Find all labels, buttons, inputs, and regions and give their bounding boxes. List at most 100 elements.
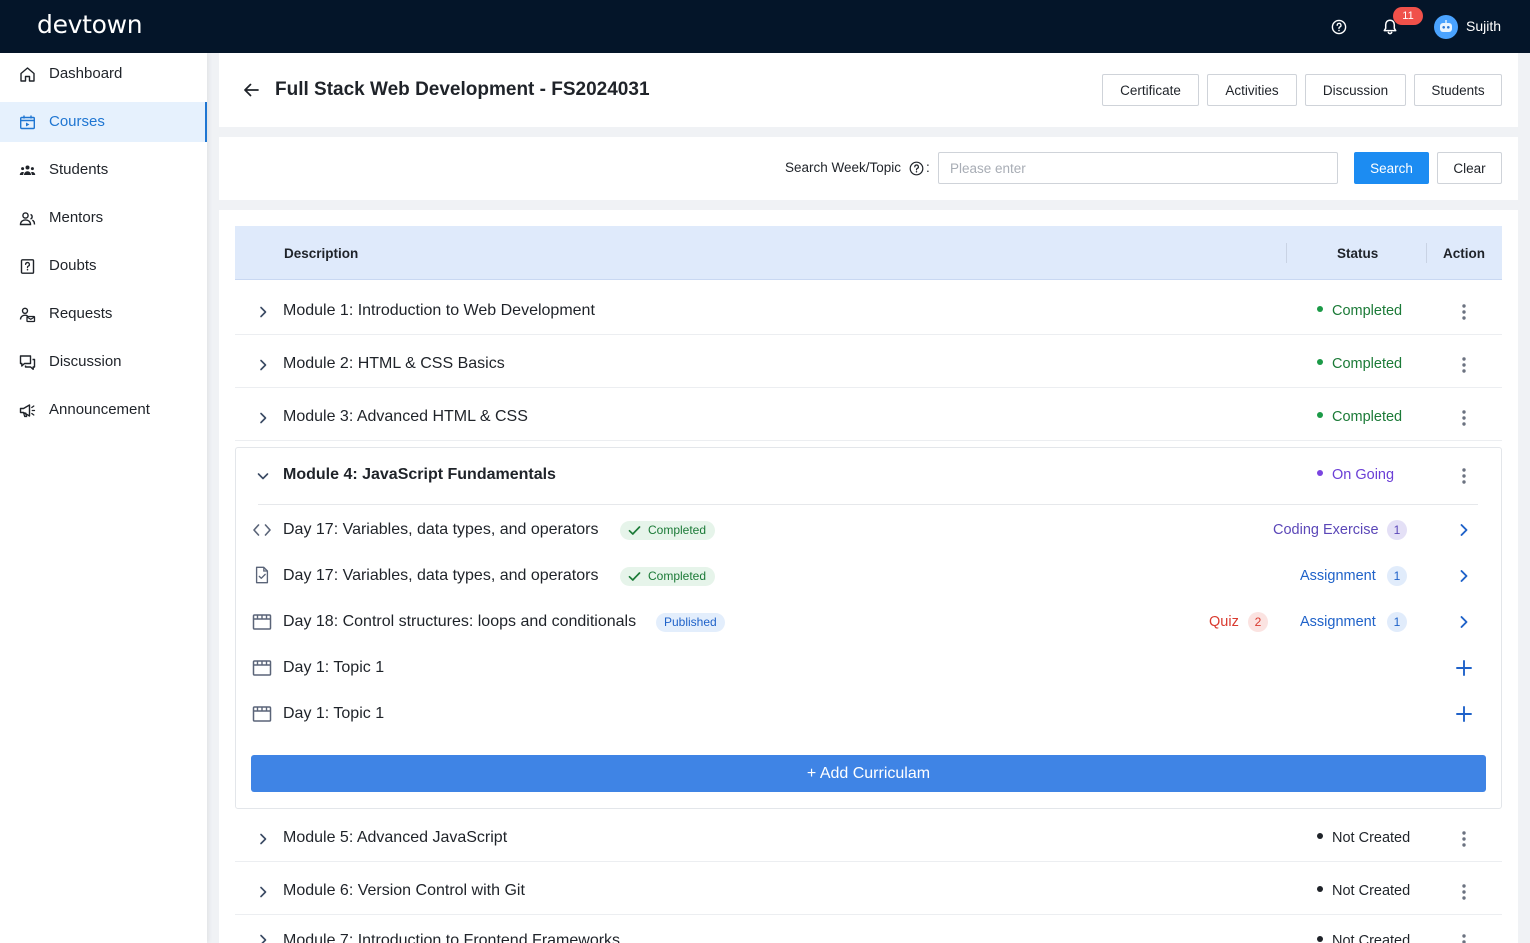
status-text: Not Created [1332, 830, 1411, 846]
activities-button[interactable]: Activities [1207, 74, 1297, 106]
module-title: Module 7: Introduction to Frontend Frame… [283, 932, 621, 943]
sidebar-item-label: Dashboard [49, 65, 123, 82]
chevron-right-icon[interactable] [256, 411, 270, 425]
avatar[interactable] [1434, 15, 1458, 39]
status-text: Not Created [1332, 883, 1411, 899]
more-vertical-icon[interactable] [1462, 357, 1466, 373]
top-bar: devtown 11 Sujith [0, 0, 1530, 53]
count-badge: 2 [1248, 612, 1268, 632]
chevron-right-icon[interactable] [256, 832, 270, 846]
more-vertical-icon[interactable] [1462, 934, 1466, 943]
user-name[interactable]: Sujith [1466, 18, 1501, 34]
more-vertical-icon[interactable] [1462, 304, 1466, 320]
chevron-right-icon[interactable] [1458, 569, 1470, 583]
module-title: Module 1: Introduction to Web Developmen… [283, 302, 595, 319]
module-title: Module 3: Advanced HTML & CSS [283, 408, 528, 425]
status-text: Not Created [1332, 933, 1411, 943]
more-vertical-icon[interactable] [1462, 410, 1466, 426]
status-text: On Going [1332, 467, 1395, 483]
page-title: Full Stack Web Development - FS2024031 [275, 79, 650, 100]
sidebar-item-requests[interactable]: Requests [0, 294, 207, 334]
status-text: Completed [1332, 356, 1403, 372]
topic-title[interactable]: Day 17: Variables, data types, and opera… [283, 521, 598, 539]
sidebar-item-label: Discussion [49, 353, 122, 370]
clapperboard-icon [252, 660, 272, 676]
status-badge: Completed [1317, 356, 1402, 372]
chevron-right-icon[interactable] [1458, 615, 1470, 629]
sidebar-item-announcement[interactable]: Announcement [0, 390, 207, 430]
chevron-right-icon[interactable] [256, 358, 270, 372]
mentors-icon [19, 212, 36, 226]
notification-count-badge: 11 [1393, 7, 1423, 25]
home-icon [20, 67, 35, 82]
chevron-right-icon[interactable] [256, 885, 270, 899]
discussion-icon [19, 355, 36, 370]
assignment-link[interactable]: Assignment [1300, 614, 1376, 630]
module-title: Module 6: Version Control with Git [283, 882, 525, 899]
students-button[interactable]: Students [1414, 74, 1502, 106]
status-badge: Not Created [1317, 883, 1410, 899]
completed-badge: Completed [620, 567, 716, 586]
search-label-colon: : [926, 160, 930, 175]
module-title: Module 5: Advanced JavaScript [283, 829, 508, 846]
robot-avatar-icon [1440, 20, 1452, 32]
assignment-doc-icon [255, 566, 269, 584]
devtown-logo[interactable]: devtown [37, 10, 143, 39]
sidebar-item-label: Announcement [49, 401, 150, 418]
more-vertical-icon[interactable] [1462, 884, 1466, 900]
topic-title[interactable]: Day 18: Control structures: loops and co… [283, 613, 636, 631]
assignment-link[interactable]: Assignment [1300, 568, 1376, 584]
sidebar-item-courses[interactable]: Courses [0, 102, 207, 142]
chevron-right-icon[interactable] [1458, 523, 1470, 537]
back-arrow-icon[interactable] [242, 81, 260, 99]
add-curriculum-button[interactable]: + Add Curriculam [251, 755, 1486, 792]
status-badge: Completed [1317, 303, 1402, 319]
status-text: Completed [1332, 409, 1403, 425]
search-label: Search Week/Topic [785, 160, 902, 175]
sidebar-item-discussion[interactable]: Discussion [0, 342, 207, 382]
help-circle-icon[interactable] [909, 161, 924, 176]
status-text: Completed [1332, 303, 1403, 319]
column-header-description: Description [284, 246, 359, 261]
sidebar-item-label: Students [49, 161, 109, 178]
clapperboard-icon [252, 706, 272, 722]
chevron-right-icon[interactable] [256, 933, 270, 943]
more-vertical-icon[interactable] [1462, 468, 1466, 484]
megaphone-icon [19, 404, 36, 418]
sidebar-item-label: Requests [49, 305, 113, 322]
module-title: Module 4: JavaScript Fundamentals [283, 466, 556, 483]
sidebar-item-label: Doubts [49, 257, 97, 274]
sidebar-item-mentors[interactable]: Mentors [0, 198, 207, 238]
discussion-button[interactable]: Discussion [1305, 74, 1406, 106]
help-icon[interactable] [1331, 19, 1347, 35]
check-icon [628, 526, 641, 535]
clear-button[interactable]: Clear [1437, 152, 1502, 184]
certificate-button[interactable]: Certificate [1102, 74, 1199, 106]
topic-title[interactable]: Day 17: Variables, data types, and opera… [283, 567, 598, 585]
published-badge: Published [656, 613, 725, 632]
more-vertical-icon[interactable] [1462, 831, 1466, 847]
search-input[interactable] [938, 152, 1338, 184]
badge-text: Completed [648, 523, 707, 537]
sidebar-item-label: Mentors [49, 209, 104, 226]
code-icon [253, 524, 271, 536]
coding-exercise-link[interactable]: Coding Exercise [1273, 522, 1379, 538]
quiz-link[interactable]: Quiz [1209, 614, 1239, 630]
sidebar-item-doubts[interactable]: Doubts [0, 246, 207, 286]
chevron-down-icon[interactable] [256, 469, 270, 483]
plus-icon[interactable] [1456, 660, 1472, 676]
sidebar-item-students[interactable]: Students [0, 150, 207, 190]
plus-icon[interactable] [1456, 706, 1472, 722]
topic-title[interactable]: Day 1: Topic 1 [283, 659, 384, 677]
check-icon [628, 572, 641, 581]
topic-title[interactable]: Day 1: Topic 1 [283, 705, 384, 723]
completed-badge: Completed [620, 521, 716, 540]
status-badge: Completed [1317, 409, 1402, 425]
sidebar-item-dashboard[interactable]: Dashboard [0, 54, 207, 94]
status-badge: Not Created [1317, 830, 1410, 846]
module-title: Module 2: HTML & CSS Basics [283, 355, 505, 372]
chevron-right-icon[interactable] [256, 305, 270, 319]
status-badge: Not Created [1317, 933, 1410, 943]
status-badge: On Going [1317, 467, 1394, 483]
search-button[interactable]: Search [1354, 152, 1429, 184]
